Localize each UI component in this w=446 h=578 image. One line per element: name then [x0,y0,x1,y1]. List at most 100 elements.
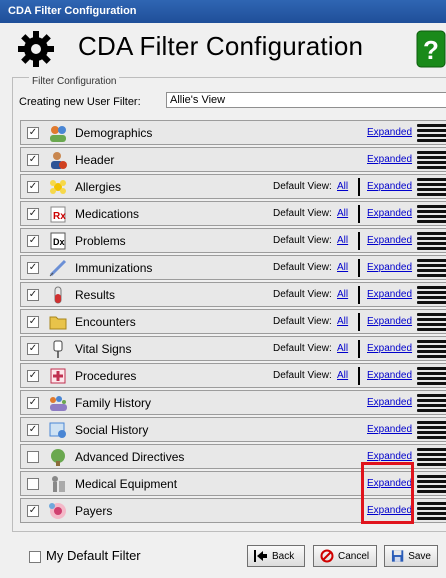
drag-handle-icon[interactable] [417,257,446,279]
section-row-problems: ✓ Dx Problems Default View: All Expanded [20,228,446,253]
section-label: Medications [75,207,140,221]
cancel-icon [320,549,334,563]
section-checkbox[interactable]: ✓ [27,289,39,301]
section-row-results: ✓ Results Default View: All Expanded [20,282,446,307]
expanded-link[interactable]: Expanded [367,154,412,165]
section-checkbox[interactable] [27,451,39,463]
filter-name-input[interactable] [166,92,446,108]
separator [358,178,360,196]
help-icon[interactable]: ? [416,30,446,68]
section-checkbox[interactable]: ✓ [27,505,39,517]
payer-icon [49,503,66,519]
section-label: Header [75,153,115,167]
drag-handle-icon[interactable] [417,365,446,387]
expanded-link[interactable]: Expanded [367,370,412,381]
page-title: CDA Filter Configuration [78,31,364,61]
expanded-link[interactable]: Expanded [367,208,412,219]
drag-handle-icon[interactable] [417,446,446,468]
drag-handle-icon[interactable] [417,176,446,198]
window-title: CDA Filter Configuration [8,5,137,17]
section-checkbox[interactable]: ✓ [27,343,39,355]
expanded-link[interactable]: Expanded [367,424,412,435]
section-row-procedures: ✓ Procedures Default View: All Expanded [20,363,446,388]
default-view-all-link[interactable]: All [337,343,348,354]
expanded-link[interactable]: Expanded [367,127,412,138]
drag-handle-icon[interactable] [417,122,446,144]
section-checkbox[interactable]: ✓ [27,154,39,166]
filter-name-label: Creating new User Filter: [19,96,141,108]
default-filter-label: My Default Filter [46,548,141,563]
equipment-icon [52,476,65,492]
default-view-all-link[interactable]: All [337,181,348,192]
section-row-allergies: ✓ Allergies Default View: All Expanded [20,174,446,199]
drag-handle-icon[interactable] [417,473,446,495]
default-filter-checkbox[interactable] [29,551,41,563]
drag-handle-icon[interactable] [417,392,446,414]
section-checkbox[interactable]: ✓ [27,235,39,247]
social-icon [49,422,66,438]
section-checkbox[interactable]: ✓ [27,370,39,382]
syringe-icon [49,259,67,277]
drag-handle-icon[interactable] [417,230,446,252]
people-icon [50,126,66,142]
default-view-all-link[interactable]: All [337,289,348,300]
expanded-link[interactable]: Expanded [367,289,412,300]
section-label: Social History [75,423,149,437]
cancel-label: Cancel [338,550,370,562]
procedure-icon [50,368,66,384]
drag-handle-icon[interactable] [417,203,446,225]
default-view-all-link[interactable]: All [337,208,348,219]
expanded-link[interactable]: Expanded [367,478,412,489]
drag-handle-icon[interactable] [417,284,446,306]
directive-icon [51,449,65,466]
section-checkbox[interactable]: ✓ [27,127,39,139]
drag-handle-icon[interactable] [417,338,446,360]
expanded-link[interactable]: Expanded [367,262,412,273]
separator [358,232,360,250]
section-label: Immunizations [75,261,153,275]
section-row-medical-equipment: Medical Equipment Expanded [20,471,446,496]
back-button[interactable]: Back [247,545,305,567]
drag-handle-icon[interactable] [417,149,446,171]
cancel-button[interactable]: Cancel [313,545,377,567]
expanded-link[interactable]: Expanded [367,451,412,462]
section-checkbox[interactable] [27,478,39,490]
expanded-link[interactable]: Expanded [367,316,412,327]
section-checkbox[interactable]: ✓ [27,262,39,274]
folder-icon [49,316,67,330]
group-legend: Filter Configuration [29,76,120,87]
default-view-label: Default View: [273,370,332,381]
separator [358,340,360,358]
expanded-link[interactable]: Expanded [367,397,412,408]
drag-handle-icon[interactable] [417,311,446,333]
allergy-icon [50,180,66,194]
section-checkbox[interactable]: ✓ [27,208,39,220]
expanded-link[interactable]: Expanded [367,343,412,354]
default-view-all-link[interactable]: All [337,235,348,246]
default-view-all-link[interactable]: All [337,262,348,273]
section-checkbox[interactable]: ✓ [27,181,39,193]
default-view-label: Default View: [273,343,332,354]
section-row-demographics: ✓ Demographics Expanded [20,120,446,145]
separator [358,367,360,385]
drag-handle-icon[interactable] [417,500,446,522]
drag-handle-icon[interactable] [417,419,446,441]
default-view-all-link[interactable]: All [337,370,348,381]
section-row-encounters: ✓ Encounters Default View: All Expanded [20,309,446,334]
person-icon [51,152,67,169]
expanded-link[interactable]: Expanded [367,505,412,516]
section-checkbox[interactable]: ✓ [27,316,39,328]
expanded-link[interactable]: Expanded [367,181,412,192]
section-row-advanced-directives: Advanced Directives Expanded [20,444,446,469]
section-label: Demographics [75,126,153,140]
expanded-link[interactable]: Expanded [367,235,412,246]
section-checkbox[interactable]: ✓ [27,424,39,436]
iv-bag-icon [53,340,63,358]
default-view-all-link[interactable]: All [337,316,348,327]
save-button[interactable]: Save [384,545,438,567]
section-label: Medical Equipment [75,477,178,491]
section-checkbox[interactable]: ✓ [27,397,39,409]
section-row-medications: ✓ Rx Medications Default View: All Expanded [20,201,446,226]
separator [358,205,360,223]
default-view-label: Default View: [273,289,332,300]
